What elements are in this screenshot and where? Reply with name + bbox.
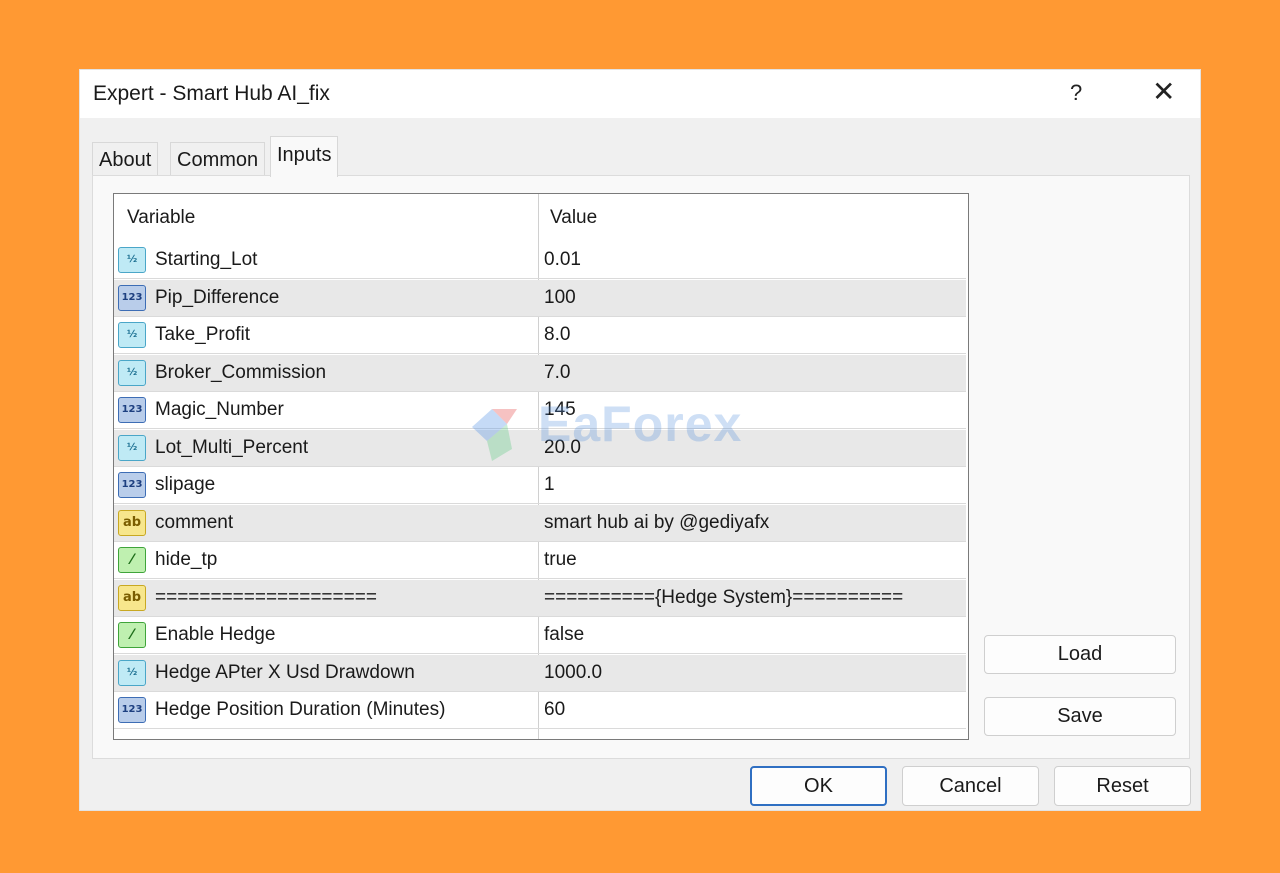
double-type-icon: ½ bbox=[118, 247, 146, 273]
column-header-value[interactable]: Value bbox=[550, 207, 597, 229]
integer-type-icon: 123 bbox=[118, 472, 146, 498]
grid-header: Variable Value bbox=[114, 194, 968, 242]
ok-button[interactable]: OK bbox=[750, 766, 887, 806]
variable-value[interactable]: false bbox=[544, 624, 584, 646]
variable-value[interactable]: smart hub ai by @gediyafx bbox=[544, 512, 769, 534]
boolean-type-icon: ⁄ bbox=[118, 547, 146, 573]
variable-name: Lot_Multi_Percent bbox=[155, 436, 309, 458]
double-type-icon: ½ bbox=[118, 359, 146, 386]
table-row[interactable]: ab comment smart hub ai by @gediyafx bbox=[114, 504, 966, 542]
variable-name: Hedge Position Duration (Minutes) bbox=[155, 699, 446, 720]
integer-type-icon: 123 bbox=[118, 697, 146, 723]
table-row[interactable]: ⁄ hide_tp true bbox=[114, 542, 966, 579]
integer-type-icon: 123 bbox=[118, 284, 146, 311]
variable-value[interactable]: 100 bbox=[544, 287, 576, 309]
variable-name: ==================== bbox=[155, 586, 377, 608]
string-type-icon: ab bbox=[118, 509, 146, 536]
column-header-variable[interactable]: Variable bbox=[127, 207, 195, 229]
inputs-grid: Variable Value ½ Starting_Lot 0.01 123 Pip_D… bbox=[113, 193, 969, 740]
string-type-icon: ab bbox=[118, 584, 146, 611]
table-row[interactable]: ab ==================== =========={Hedge S… bbox=[114, 579, 966, 617]
variable-value[interactable]: 8.0 bbox=[544, 324, 570, 346]
double-type-icon: ½ bbox=[118, 322, 146, 348]
variable-name: comment bbox=[155, 511, 234, 533]
table-row[interactable]: 123 Pip_Difference 100 bbox=[114, 279, 966, 317]
double-type-icon: ½ bbox=[118, 659, 146, 686]
variable-value[interactable]: true bbox=[544, 549, 577, 571]
table-row[interactable]: ½ Lot_Multi_Percent 20.0 bbox=[114, 429, 966, 467]
tab-inputs[interactable]: Inputs bbox=[270, 136, 339, 177]
title-bar: Expert - Smart Hub AI_fix ? ✕ bbox=[80, 70, 1200, 118]
tab-about[interactable]: About bbox=[92, 142, 159, 176]
table-row[interactable]: 123 Magic_Number 145 bbox=[114, 392, 966, 429]
boolean-type-icon: ⁄ bbox=[118, 622, 146, 648]
variable-name: Enable Hedge bbox=[155, 624, 276, 645]
reset-button[interactable]: Reset bbox=[1054, 766, 1191, 806]
table-row[interactable]: ½ Take_Profit 8.0 bbox=[114, 317, 966, 354]
variable-value[interactable]: 145 bbox=[544, 399, 576, 421]
close-icon[interactable]: ✕ bbox=[1152, 78, 1175, 106]
table-row[interactable]: 123 slipage 1 bbox=[114, 467, 966, 504]
table-row[interactable]: ⁄ Enable Hedge false bbox=[114, 617, 966, 654]
variable-value[interactable]: =========={Hedge System}========== bbox=[544, 587, 903, 609]
variable-name: hide_tp bbox=[155, 549, 218, 570]
tab-common[interactable]: Common bbox=[170, 142, 266, 176]
variable-name: slipage bbox=[155, 474, 216, 495]
table-row[interactable]: 123 Hedge Position Duration (Minutes) 60 bbox=[114, 692, 966, 729]
variable-name: Broker_Commission bbox=[155, 361, 327, 383]
variable-value[interactable]: 7.0 bbox=[544, 362, 570, 384]
variable-name: Pip_Difference bbox=[155, 286, 280, 308]
help-button[interactable]: ? bbox=[1070, 80, 1082, 106]
variable-value[interactable]: 1 bbox=[544, 474, 555, 496]
integer-type-icon: 123 bbox=[118, 397, 146, 423]
double-type-icon: ½ bbox=[118, 434, 146, 461]
variable-value[interactable]: 1000.0 bbox=[544, 662, 602, 684]
variable-value[interactable]: 20.0 bbox=[544, 437, 581, 459]
variable-value[interactable]: 60 bbox=[544, 699, 565, 721]
table-row[interactable]: ½ Hedge APter X Usd Drawdown 1000.0 bbox=[114, 654, 966, 692]
window-title: Expert - Smart Hub AI_fix bbox=[93, 82, 330, 105]
cancel-button[interactable]: Cancel bbox=[902, 766, 1039, 806]
load-button[interactable]: Load bbox=[984, 635, 1176, 674]
variable-value[interactable]: 0.01 bbox=[544, 249, 581, 271]
variable-name: Magic_Number bbox=[155, 399, 284, 420]
table-row[interactable]: ½ Starting_Lot 0.01 bbox=[114, 242, 966, 279]
variable-name: Starting_Lot bbox=[155, 249, 258, 270]
table-row[interactable]: ½ Broker_Commission 7.0 bbox=[114, 354, 966, 392]
expert-dialog: Expert - Smart Hub AI_fix ? ✕ About Comm… bbox=[79, 69, 1201, 811]
save-button[interactable]: Save bbox=[984, 697, 1176, 736]
variable-name: Take_Profit bbox=[155, 324, 251, 345]
inputs-panel: Variable Value ½ Starting_Lot 0.01 123 Pip_D… bbox=[92, 175, 1190, 759]
variable-name: Hedge APter X Usd Drawdown bbox=[155, 661, 415, 683]
